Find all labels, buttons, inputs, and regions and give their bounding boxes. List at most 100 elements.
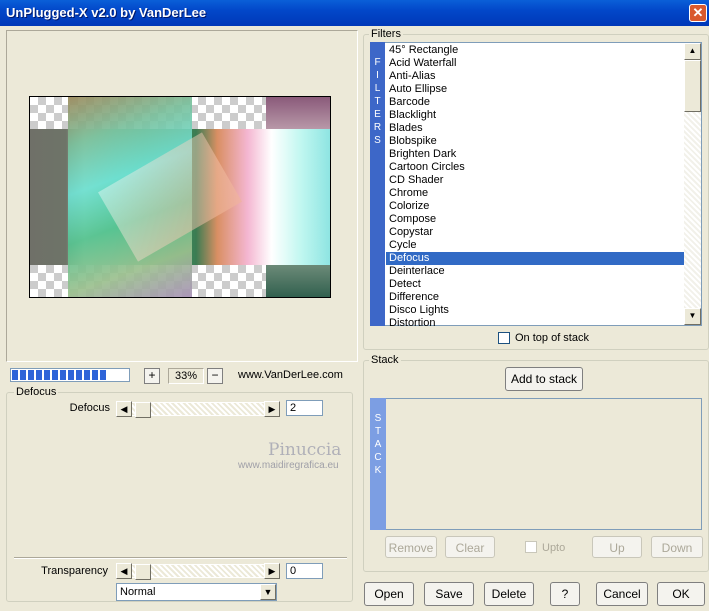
filter-item[interactable]: Defocus <box>386 252 684 265</box>
cancel-button[interactable]: Cancel <box>596 582 648 606</box>
on-top-label: On top of stack <box>515 332 589 344</box>
slider-thumb[interactable] <box>135 564 151 580</box>
watermark-url: www.maidiregrafica.eu <box>238 460 339 471</box>
down-button[interactable]: Down <box>651 536 703 558</box>
band-letter: T <box>374 96 381 107</box>
filter-item[interactable]: Copystar <box>386 226 684 239</box>
filter-item[interactable]: Difference <box>386 291 684 304</box>
open-button[interactable]: Open <box>364 582 414 606</box>
upto-checkbox[interactable] <box>525 541 537 553</box>
transparency-slider[interactable]: ◀ ▶ <box>116 563 280 580</box>
filter-item[interactable]: CD Shader <box>386 174 684 187</box>
filters-scrollbar[interactable]: ▲ ▼ <box>684 43 701 325</box>
up-button[interactable]: Up <box>592 536 642 558</box>
band-letter: T <box>374 426 382 437</box>
params-group-title: Defocus <box>14 386 59 398</box>
defocus-value-field[interactable]: 2 <box>286 400 323 416</box>
preview-image[interactable] <box>29 96 331 298</box>
zoom-out-button[interactable]: − <box>207 368 223 384</box>
progress-block <box>36 370 42 380</box>
remove-button[interactable]: Remove <box>385 536 437 558</box>
slider-left-arrow-icon[interactable]: ◀ <box>116 401 132 417</box>
transparency-value-field[interactable]: 0 <box>286 563 323 579</box>
delete-button[interactable]: Delete <box>484 582 534 606</box>
add-to-stack-button[interactable]: Add to stack <box>505 367 583 391</box>
progress-bar <box>10 368 130 382</box>
band-letter: F <box>374 57 381 68</box>
slider-track[interactable] <box>132 402 264 418</box>
filter-item[interactable]: Auto Ellipse <box>386 83 684 96</box>
filter-item[interactable]: Colorize <box>386 200 684 213</box>
filter-item[interactable]: Detect <box>386 278 684 291</box>
scroll-thumb[interactable] <box>684 60 701 112</box>
scroll-up-arrow-icon[interactable]: ▲ <box>684 43 701 60</box>
blend-mode-select[interactable]: Normal ▼ <box>116 583 277 601</box>
stack-list[interactable] <box>370 398 702 530</box>
filter-item[interactable]: Blacklight <box>386 109 684 122</box>
band-letter: A <box>374 439 382 450</box>
save-button[interactable]: Save <box>424 582 474 606</box>
defocus-label: Defocus <box>69 402 110 414</box>
progress-block <box>44 370 50 380</box>
window-title: UnPlugged-X v2.0 by VanDerLee <box>6 5 207 20</box>
on-top-checkbox[interactable] <box>498 332 510 344</box>
progress-block <box>28 370 34 380</box>
watermark-signature: Pinuccia <box>268 440 342 460</box>
progress-block <box>12 370 18 380</box>
band-letter: K <box>374 465 382 476</box>
filter-item[interactable]: Distortion <box>386 317 684 330</box>
divider <box>14 557 347 559</box>
filter-items[interactable]: 45° Rectangle Acid Waterfall Anti-Alias Aut… <box>386 44 684 330</box>
chevron-down-icon[interactable]: ▼ <box>260 584 276 600</box>
band-letter: S <box>374 135 381 146</box>
ok-button[interactable]: OK <box>657 582 705 606</box>
filter-item[interactable]: Brighten Dark <box>386 148 684 161</box>
stack-group-title: Stack <box>369 354 401 366</box>
help-button[interactable]: ? <box>550 582 580 606</box>
filter-item[interactable]: Anti-Alias <box>386 70 684 83</box>
defocus-slider[interactable]: ◀ ▶ <box>116 401 280 418</box>
filter-item[interactable]: Cycle <box>386 239 684 252</box>
filter-item[interactable]: Deinterlace <box>386 265 684 278</box>
filter-item[interactable]: Disco Lights <box>386 304 684 317</box>
slider-thumb[interactable] <box>135 402 151 418</box>
filters-group-title: Filters <box>369 28 403 40</box>
band-letter: E <box>374 109 381 120</box>
slider-left-arrow-icon[interactable]: ◀ <box>116 563 132 579</box>
progress-block <box>100 370 106 380</box>
slider-track[interactable] <box>132 564 264 580</box>
filter-item[interactable]: Acid Waterfall <box>386 57 684 70</box>
blend-mode-value: Normal <box>120 586 156 598</box>
scroll-down-arrow-icon[interactable]: ▼ <box>684 308 701 325</box>
band-letter: R <box>373 122 382 133</box>
filter-item[interactable]: Blobspike <box>386 135 684 148</box>
progress-block <box>20 370 26 380</box>
filter-item[interactable]: Compose <box>386 213 684 226</box>
website-link[interactable]: www.VanDerLee.com <box>238 369 343 381</box>
band-letter: C <box>374 452 382 463</box>
filter-item[interactable]: 45° Rectangle <box>386 44 684 57</box>
band-letter: L <box>374 83 381 94</box>
transparency-label: Transparency <box>41 565 108 577</box>
close-button[interactable]: ✕ <box>689 4 707 22</box>
progress-block <box>60 370 66 380</box>
clear-button[interactable]: Clear <box>445 536 495 558</box>
band-letter: I <box>376 70 379 81</box>
filter-item[interactable]: Cartoon Circles <box>386 161 684 174</box>
filter-item[interactable]: Blades <box>386 122 684 135</box>
zoom-level: 33% <box>168 368 204 384</box>
upto-label: Upto <box>542 542 566 554</box>
progress-block <box>84 370 90 380</box>
progress-block <box>92 370 98 380</box>
zoom-in-button[interactable]: + <box>144 368 160 384</box>
stack-band-label: STACK <box>370 398 386 530</box>
filters-band-label: FILTERS <box>370 42 385 326</box>
slider-right-arrow-icon[interactable]: ▶ <box>264 563 280 579</box>
band-letter: S <box>374 413 382 424</box>
slider-right-arrow-icon[interactable]: ▶ <box>264 401 280 417</box>
filter-item[interactable]: Barcode <box>386 96 684 109</box>
progress-block <box>52 370 58 380</box>
filter-item[interactable]: Chrome <box>386 187 684 200</box>
progress-block <box>68 370 74 380</box>
progress-block <box>76 370 82 380</box>
